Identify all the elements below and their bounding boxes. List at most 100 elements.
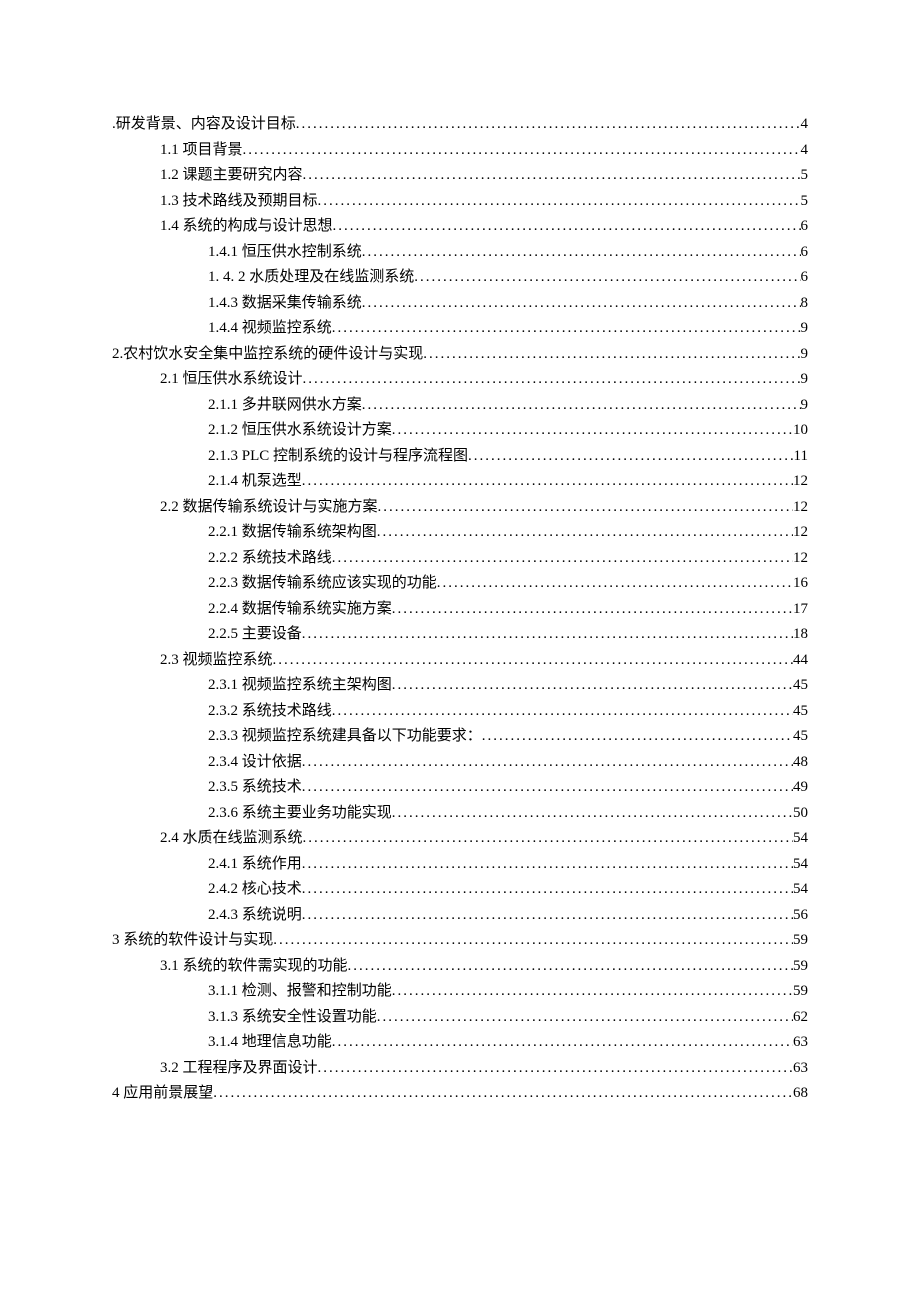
toc-entry[interactable]: 2.2.5 主要设备18 <box>112 622 808 648</box>
toc-entry[interactable]: 3.1 系统的软件需实现的功能59 <box>112 954 808 980</box>
toc-entry[interactable]: 2.4.3 系统说明56 <box>112 903 808 929</box>
toc-entry[interactable]: 2.3.2 系统技术路线45 <box>112 699 808 725</box>
toc-leader-dots <box>332 316 801 342</box>
toc-entry[interactable]: 2.1.1 多井联网供水方案9 <box>112 393 808 419</box>
toc-leader-dots <box>332 1030 793 1056</box>
toc-page-number: 16 <box>793 571 808 597</box>
toc-entry[interactable]: 2.1 恒压供水系统设计9 <box>112 367 808 393</box>
toc-page-number: 4 <box>801 138 809 164</box>
toc-entry[interactable]: 2.4 水质在线监测系统54 <box>112 826 808 852</box>
toc-entry[interactable]: 2.2.3 数据传输系统应该实现的功能 16 <box>112 571 808 597</box>
toc-title: 1.4.1 恒压供水控制系统 <box>208 240 362 266</box>
toc-entry[interactable]: 3.1.1 检测、报警和控制功能59 <box>112 979 808 1005</box>
toc-page-number: 9 <box>801 316 809 342</box>
toc-leader-dots <box>392 597 793 623</box>
toc-entry[interactable]: 3.1.4 地理信息功能63 <box>112 1030 808 1056</box>
toc-page-number: 9 <box>801 342 809 368</box>
toc-leader-dots <box>302 750 793 776</box>
toc-leader-dots <box>332 699 793 725</box>
toc-leader-dots <box>392 418 793 444</box>
toc-leader-dots <box>377 520 793 546</box>
toc-leader-dots <box>303 163 801 189</box>
toc-entry[interactable]: 2.3.3 视频监控系统建具备以下功能要求： 45 <box>112 724 808 750</box>
toc-entry[interactable]: 1. 4. 2 水质处理及在线监测系统6 <box>112 265 808 291</box>
toc-page-number: 17 <box>793 597 808 623</box>
toc-entry[interactable]: 2.2.1 数据传输系统架构图12 <box>112 520 808 546</box>
toc-entry[interactable]: 2.1.3 PLC 控制系统的设计与程序流程图 11 <box>112 444 808 470</box>
toc-leader-dots <box>362 291 801 317</box>
toc-page-number: 12 <box>793 495 808 521</box>
toc-leader-dots <box>273 928 793 954</box>
toc-leader-dots <box>392 673 793 699</box>
toc-entry[interactable]: 2.1.2 恒压供水系统设计方案10 <box>112 418 808 444</box>
toc-title: 2.2.3 数据传输系统应该实现的功能 <box>208 571 437 597</box>
toc-entry[interactable]: 1.2 课题主要研究内容5 <box>112 163 808 189</box>
toc-leader-dots <box>414 265 800 291</box>
toc-title: 2.3.1 视频监控系统主架构图 <box>208 673 392 699</box>
toc-title: 1. 4. 2 水质处理及在线监测系统 <box>208 265 414 291</box>
toc-entry[interactable]: 2.3.1 视频监控系统主架构图45 <box>112 673 808 699</box>
toc-leader-dots <box>243 138 801 164</box>
toc-entry[interactable]: 1.1 项目背景4 <box>112 138 808 164</box>
toc-entry[interactable]: 3.1.3 系统安全性设置功能62 <box>112 1005 808 1031</box>
toc-entry[interactable]: 2.3.6 系统主要业务功能实现 50 <box>112 801 808 827</box>
toc-entry[interactable]: 2.2.4 数据传输系统实施方案17 <box>112 597 808 623</box>
toc-leader-dots <box>302 852 793 878</box>
toc-page-number: 50 <box>793 801 808 827</box>
toc-page-number: 10 <box>793 418 808 444</box>
toc-entry[interactable]: 2.4.1 系统作用54 <box>112 852 808 878</box>
toc-entry[interactable]: 2.2 数据传输系统设计与实施方案 12 <box>112 495 808 521</box>
toc-page-number: 54 <box>793 877 808 903</box>
toc-page-number: 44 <box>793 648 808 674</box>
toc-entry[interactable]: 1.4.3 数据采集传输系统8 <box>112 291 808 317</box>
toc-title: 3.1.4 地理信息功能 <box>208 1030 332 1056</box>
toc-leader-dots <box>302 903 793 929</box>
toc-page-number: 59 <box>793 928 808 954</box>
toc-entry[interactable]: 4 应用前景展望68 <box>112 1081 808 1107</box>
toc-leader-dots <box>273 648 793 674</box>
toc-leader-dots <box>468 444 794 470</box>
toc-leader-dots <box>392 979 793 1005</box>
toc-entry[interactable]: 3 系统的软件设计与实现 59 <box>112 928 808 954</box>
toc-page-number: 12 <box>793 520 808 546</box>
toc-leader-dots <box>362 240 801 266</box>
toc-entry[interactable]: 1.4.1 恒压供水控制系统6 <box>112 240 808 266</box>
toc-leader-dots <box>318 1056 793 1082</box>
toc-leader-dots <box>392 801 793 827</box>
toc-title: 1.4.3 数据采集传输系统 <box>208 291 362 317</box>
toc-leader-dots <box>318 189 801 215</box>
toc-entry[interactable]: 2.3.5 系统技术49 <box>112 775 808 801</box>
toc-entry[interactable]: 2.2.2 系统技术路线12 <box>112 546 808 572</box>
toc-leader-dots <box>362 393 801 419</box>
toc-page-number: 12 <box>793 546 808 572</box>
toc-entry[interactable]: 2.3.4 设计依据 48 <box>112 750 808 776</box>
toc-entry[interactable]: 2.1.4 机泵选型12 <box>112 469 808 495</box>
toc-page-number: 49 <box>793 775 808 801</box>
toc-title: 2.2 数据传输系统设计与实施方案 <box>160 495 378 521</box>
toc-title: 2.3.4 设计依据 <box>208 750 302 776</box>
toc-page-number: 4 <box>801 112 809 138</box>
toc-title: 2.1.3 PLC 控制系统的设计与程序流程图 <box>208 444 468 470</box>
toc-page-number: 56 <box>793 903 808 929</box>
toc-title: 1.4 系统的构成与设计思想 <box>160 214 333 240</box>
toc-page-number: 18 <box>793 622 808 648</box>
toc-entry[interactable]: 2.4.2 核心技术54 <box>112 877 808 903</box>
toc-entry[interactable]: .研发背景、内容及设计目标 4 <box>112 112 808 138</box>
toc-title: 2.3.6 系统主要业务功能实现 <box>208 801 392 827</box>
toc-entry[interactable]: 2.农村饮水安全集中监控系统的硬件设计与实现9 <box>112 342 808 368</box>
toc-leader-dots <box>303 826 793 852</box>
toc-leader-dots <box>296 112 801 138</box>
toc-entry[interactable]: 1.4.4 视频监控系统9 <box>112 316 808 342</box>
toc-leader-dots <box>348 954 793 980</box>
toc-page-number: 9 <box>801 367 809 393</box>
toc-title: .研发背景、内容及设计目标 <box>112 112 296 138</box>
toc-entry[interactable]: 2.3 视频监控系统44 <box>112 648 808 674</box>
toc-leader-dots <box>302 877 793 903</box>
toc-entry[interactable]: 1.4 系统的构成与设计思想6 <box>112 214 808 240</box>
toc-title: 2.4 水质在线监测系统 <box>160 826 303 852</box>
toc-page-number: 5 <box>801 189 809 215</box>
toc-entry[interactable]: 1.3 技术路线及预期目标5 <box>112 189 808 215</box>
toc-entry[interactable]: 3.2 工程程序及界面设计63 <box>112 1056 808 1082</box>
toc-page-number: 45 <box>793 699 808 725</box>
toc-title: 3 系统的软件设计与实现 <box>112 928 273 954</box>
